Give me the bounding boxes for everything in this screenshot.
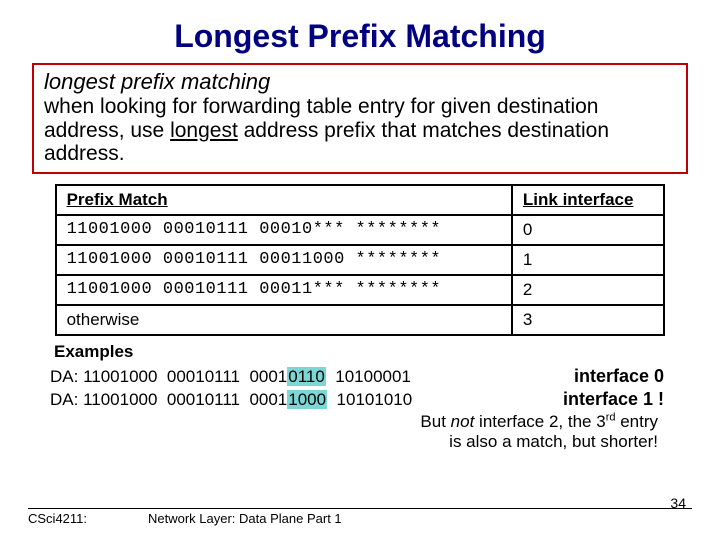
footer-left: CSci4211:	[28, 511, 87, 526]
example-bits-post: 10100001	[326, 367, 411, 386]
example-bits-pre: 11001000 00010111 0001	[83, 367, 287, 386]
table-row: 11001000 00010111 00011*** ******** 2	[56, 275, 665, 305]
iface-cell: 1	[512, 245, 665, 275]
table-header-iface: Link interface	[512, 185, 665, 215]
footnote: But not interface 2, the 3rd entry is al…	[28, 412, 692, 452]
table-header-row: Prefix Match Link interface	[56, 185, 665, 215]
table-row: otherwise 3	[56, 305, 665, 335]
note-ital: not	[451, 412, 475, 431]
example-answer: interface 0	[574, 366, 692, 387]
prefix-cell: 11001000 00010111 00011*** ********	[56, 275, 512, 305]
slide-footer: CSci4211: Network Layer: Data Plane Part…	[28, 508, 692, 526]
example-label: DA:	[50, 390, 83, 409]
prefix-table: Prefix Match Link interface 11001000 000…	[55, 184, 666, 336]
iface-cell: 0	[512, 215, 665, 245]
definition-body: when looking for forwarding table entry …	[44, 95, 676, 166]
note-line1: But not interface 2, the 3rd entry	[420, 412, 658, 431]
examples-label: Examples	[54, 342, 692, 362]
table-row: 11001000 00010111 00010*** ******** 0	[56, 215, 665, 245]
table-row: 11001000 00010111 00011000 ******** 1	[56, 245, 665, 275]
example-answer: interface 1 !	[563, 389, 692, 410]
prefix-cell: 11001000 00010111 00010*** ********	[56, 215, 512, 245]
example-row: DA: 11001000 00010111 00011000 10101010 …	[50, 389, 692, 410]
iface-cell: 2	[512, 275, 665, 305]
example-row: DA: 11001000 00010111 00010110 10100001 …	[50, 366, 692, 387]
note-end: entry	[615, 412, 658, 431]
footer-page-number: 34	[670, 495, 686, 511]
definition-heading: longest prefix matching	[44, 69, 676, 95]
note-sup: rd	[606, 412, 616, 424]
note-pre: But	[420, 412, 450, 431]
footer-center: Network Layer: Data Plane Part 1	[148, 511, 342, 526]
example-da: DA: 11001000 00010111 00010110 10100001	[50, 367, 411, 387]
note-post: interface 2, the 3	[474, 412, 605, 431]
prefix-cell: 11001000 00010111 00011000 ********	[56, 245, 512, 275]
example-da: DA: 11001000 00010111 00011000 10101010	[50, 390, 412, 410]
example-label: DA:	[50, 367, 83, 386]
iface-cell: 3	[512, 305, 665, 335]
table-header-prefix: Prefix Match	[56, 185, 512, 215]
example-highlight: 1000	[287, 390, 327, 409]
example-bits-post: 10101010	[327, 390, 412, 409]
slide-title: Longest Prefix Matching	[28, 18, 692, 55]
definition-box: longest prefix matching when looking for…	[32, 63, 688, 174]
example-bits-pre: 11001000 00010111 0001	[83, 390, 287, 409]
example-highlight: 0110	[287, 367, 326, 386]
definition-body-emph: longest	[170, 119, 238, 142]
prefix-cell: otherwise	[56, 305, 512, 335]
note-line2: is also a match, but shorter!	[449, 432, 658, 451]
